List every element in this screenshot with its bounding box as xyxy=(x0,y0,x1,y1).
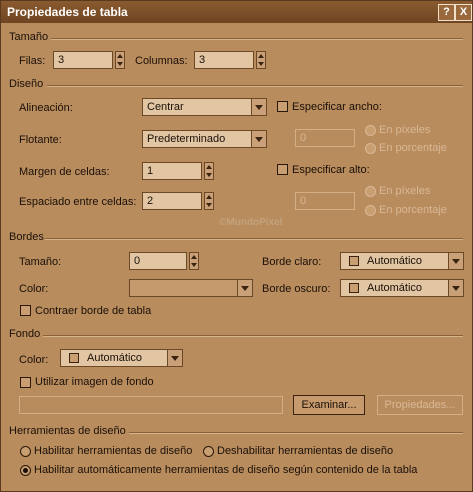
height-percent-radio[interactable] xyxy=(365,205,376,216)
dark-border-label: Borde oscuro: xyxy=(262,283,331,295)
width-percent-label: En porcentaje xyxy=(379,142,447,154)
light-border-label: Borde claro: xyxy=(262,256,322,268)
chevron-down-icon[interactable] xyxy=(448,253,463,269)
cell-padding-input[interactable]: 1 xyxy=(142,162,202,180)
watermark: ©MundoPixel xyxy=(219,217,283,228)
columns-spinner[interactable] xyxy=(256,51,266,69)
cell-spacing-spinner[interactable] xyxy=(204,192,214,210)
layout-divider xyxy=(47,85,463,87)
bg-color-label: Color: xyxy=(19,354,49,366)
alignment-select[interactable]: Centrar xyxy=(142,98,267,116)
float-label: Flotante: xyxy=(19,134,62,146)
color-swatch xyxy=(349,256,359,266)
auto-tools-label: Habilitar automáticamente herramientas d… xyxy=(34,464,418,476)
tools-divider xyxy=(129,432,463,434)
height-pixels-radio[interactable] xyxy=(365,186,376,197)
collapse-border-label: Contraer borde de tabla xyxy=(35,305,152,317)
light-border-select[interactable]: Automático xyxy=(340,252,464,270)
color-swatch xyxy=(69,353,79,363)
float-value: Predeterminado xyxy=(147,133,226,145)
height-percent-label: En porcentaje xyxy=(379,204,447,216)
specify-height-label: Especificar alto: xyxy=(292,164,370,176)
bg-image-path-input[interactable] xyxy=(19,396,283,414)
cell-padding-label: Margen de celdas: xyxy=(19,166,110,178)
browse-button[interactable]: Examinar... xyxy=(293,395,365,415)
border-color-select[interactable] xyxy=(129,279,253,297)
cell-spacing-input[interactable]: 2 xyxy=(142,192,202,210)
color-swatch xyxy=(349,283,359,293)
specify-height-checkbox[interactable] xyxy=(277,164,288,175)
bg-image-checkbox[interactable] xyxy=(20,377,31,388)
dark-border-value: Automático xyxy=(367,282,423,294)
borders-section-title: Bordes xyxy=(9,231,44,243)
help-button[interactable]: ? xyxy=(438,4,455,21)
border-size-label: Tamaño: xyxy=(19,256,62,268)
float-select[interactable]: Predeterminado xyxy=(142,130,267,148)
rows-spinner[interactable] xyxy=(115,51,125,69)
chevron-down-icon[interactable] xyxy=(251,99,266,115)
cell-spacing-label: Espaciado entre celdas: xyxy=(19,196,137,208)
dark-border-select[interactable]: Automático xyxy=(340,279,464,297)
bg-color-select[interactable]: Automático xyxy=(60,349,183,367)
size-divider xyxy=(51,38,463,40)
border-color-label: Color: xyxy=(19,283,49,295)
auto-tools-radio[interactable] xyxy=(20,465,31,476)
light-border-value: Automático xyxy=(367,255,423,267)
table-properties-dialog: Propiedades de tabla ? X Tamaño Filas: 3… xyxy=(0,0,473,492)
columns-label: Columnas: xyxy=(135,55,188,67)
chevron-down-icon[interactable] xyxy=(251,131,266,147)
columns-input[interactable]: 3 xyxy=(194,51,254,69)
border-size-spinner[interactable] xyxy=(189,252,199,270)
width-pixels-radio[interactable] xyxy=(365,125,376,136)
width-percent-radio[interactable] xyxy=(365,143,376,154)
height-pixels-label: En píxeles xyxy=(379,185,431,197)
background-divider xyxy=(43,335,463,337)
disable-tools-radio[interactable] xyxy=(203,446,214,457)
width-pixels-label: En píxeles xyxy=(379,124,431,136)
border-size-input[interactable]: 0 xyxy=(129,252,187,270)
close-button[interactable]: X xyxy=(455,4,472,21)
size-section-title: Tamaño xyxy=(9,31,49,43)
layout-section-title: Diseño xyxy=(9,78,44,90)
specify-width-checkbox[interactable] xyxy=(277,101,288,112)
collapse-border-checkbox[interactable] xyxy=(20,305,31,316)
background-section-title: Fondo xyxy=(9,328,41,340)
specify-width-label: Especificar ancho: xyxy=(292,101,382,113)
rows-input[interactable]: 3 xyxy=(53,51,113,69)
chevron-down-icon[interactable] xyxy=(237,280,252,296)
title-bar[interactable]: Propiedades de tabla ? X xyxy=(1,1,472,23)
image-properties-button[interactable]: Propiedades... xyxy=(377,395,463,415)
height-input[interactable]: 0 xyxy=(295,192,355,210)
bg-image-label: Utilizar imagen de fondo xyxy=(35,376,154,388)
rows-label: Filas: xyxy=(19,55,46,67)
alignment-label: Alineación: xyxy=(19,102,73,114)
width-input[interactable]: 0 xyxy=(295,129,355,147)
tools-section-title: Herramientas de diseño xyxy=(9,425,126,437)
dialog-title: Propiedades de tabla xyxy=(7,5,128,19)
chevron-down-icon[interactable] xyxy=(448,280,463,296)
bg-color-value: Automático xyxy=(87,352,143,364)
borders-divider xyxy=(45,238,463,240)
disable-tools-label: Deshabilitar herramientas de diseño xyxy=(217,445,394,457)
enable-tools-label: Habilitar herramientas de diseño xyxy=(34,445,193,457)
cell-padding-spinner[interactable] xyxy=(204,162,214,180)
enable-tools-radio[interactable] xyxy=(20,446,31,457)
chevron-down-icon[interactable] xyxy=(167,350,182,366)
alignment-value: Centrar xyxy=(147,101,184,113)
